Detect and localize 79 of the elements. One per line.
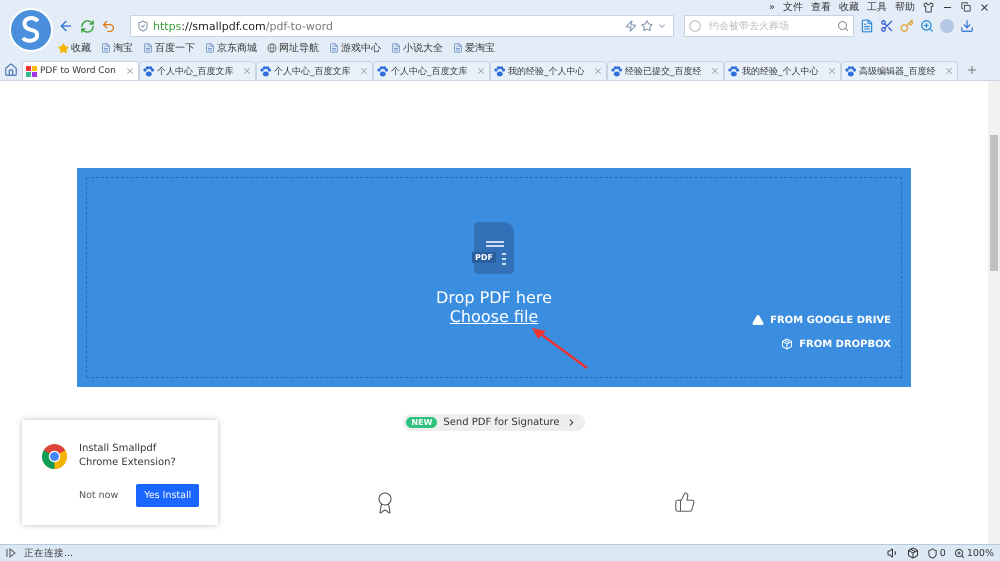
bookmark-item[interactable]: 游戏中心: [329, 41, 381, 55]
new-badge: NEW: [406, 417, 438, 428]
page-icon: [101, 43, 111, 53]
refresh-icon[interactable]: [80, 18, 95, 34]
drive-icon: [752, 314, 764, 326]
address-bar[interactable]: https://smallpdf.com/pdf-to-word: [130, 15, 674, 37]
bookmark-item[interactable]: 爱淘宝: [453, 41, 495, 55]
bookmark-item[interactable]: 淘宝: [101, 41, 133, 55]
paw-icon: [728, 66, 739, 76]
zoom-icon: [954, 548, 965, 558]
speaker-icon[interactable]: [886, 547, 899, 559]
bookmark-item[interactable]: 京东商城: [205, 41, 257, 55]
home-icon[interactable]: [4, 63, 18, 77]
paw-icon: [845, 66, 856, 76]
browser-tab[interactable]: 我的经验_个人中心: [490, 61, 607, 80]
pdf-file-icon: PDF: [474, 222, 514, 274]
paw-icon: [260, 66, 271, 76]
star-icon[interactable]: [641, 20, 653, 32]
thumbs-up-icon: [674, 491, 696, 513]
page-icon: [143, 43, 153, 53]
menu-item[interactable]: 收藏: [839, 0, 859, 14]
menu-item[interactable]: »: [768, 2, 775, 12]
star-icon: [58, 42, 69, 54]
paw-icon: [377, 66, 388, 76]
new-tab-icon[interactable]: [966, 64, 978, 76]
globe-icon: [267, 43, 277, 53]
menu-item[interactable]: 查看: [811, 0, 831, 14]
zoom-icon[interactable]: [920, 19, 934, 33]
scissors-icon[interactable]: [880, 19, 894, 33]
browser-tab[interactable]: 高级编辑器_百度经: [841, 61, 958, 80]
download-icon[interactable]: [960, 19, 974, 33]
shield-icon: [926, 548, 938, 558]
search-field[interactable]: 约会被带去火葬场: [684, 15, 854, 37]
sidebar-toggle-icon[interactable]: [6, 548, 16, 558]
chrome-icon: [42, 444, 67, 468]
browser-tab[interactable]: 我的经验_个人中心: [724, 61, 841, 80]
zoom-level[interactable]: 100%: [954, 548, 994, 558]
restore-icon[interactable]: [961, 2, 971, 12]
bookmark-item[interactable]: 收藏: [58, 41, 91, 55]
key-icon[interactable]: [900, 19, 914, 33]
bookmark-item[interactable]: 网址导航: [267, 41, 319, 55]
back-icon[interactable]: [58, 18, 74, 34]
install-button[interactable]: Yes Install: [136, 484, 200, 507]
browser-tab[interactable]: 个人中心_百度文库: [256, 61, 373, 80]
scrollbar-thumb[interactable]: [990, 135, 998, 271]
lightning-icon[interactable]: [625, 20, 637, 32]
page-icon: [453, 43, 463, 53]
colorful-squares-icon: [26, 66, 37, 76]
browser-tab[interactable]: PDF to Word Con: [22, 61, 139, 80]
menu-item[interactable]: 工具: [867, 0, 887, 14]
popup-message: Install Smallpdf Chrome Extension?: [79, 442, 177, 470]
url-text: https://smallpdf.com/pdf-to-word: [153, 20, 334, 32]
status-text: 正在连接...: [24, 546, 74, 560]
menu-item[interactable]: 帮助: [895, 0, 915, 14]
browser-logo[interactable]: [9, 8, 53, 52]
drop-title: Drop PDF here: [436, 288, 552, 307]
shirt-icon[interactable]: [923, 2, 934, 12]
blocked-count[interactable]: 0: [926, 548, 946, 558]
box-icon: [781, 338, 794, 350]
close-icon[interactable]: [979, 2, 990, 12]
page-icon: [329, 43, 339, 53]
shield-icon: [137, 20, 149, 32]
signature-link[interactable]: NEW Send PDF for Signature: [403, 414, 585, 431]
paw-icon: [143, 66, 154, 76]
browser-tab[interactable]: 个人中心_百度文库: [373, 61, 490, 80]
page-icon: [205, 43, 215, 53]
search-icon[interactable]: [837, 20, 849, 32]
browser-tab[interactable]: 经验已提交_百度经: [607, 61, 724, 80]
undo-icon[interactable]: [101, 18, 116, 34]
search-engine-icon: [689, 20, 701, 32]
browser-tab[interactable]: 个人中心_百度文库: [139, 61, 256, 80]
not-now-button[interactable]: Not now: [79, 490, 118, 501]
menu-item[interactable]: 文件: [783, 0, 803, 14]
page-icon: [391, 43, 401, 53]
box-icon[interactable]: [906, 547, 919, 559]
paw-icon: [494, 66, 505, 76]
bookmark-item[interactable]: 百度一下: [143, 41, 195, 55]
paw-icon: [611, 66, 622, 76]
bookmark-item[interactable]: 小说大全: [391, 41, 443, 55]
